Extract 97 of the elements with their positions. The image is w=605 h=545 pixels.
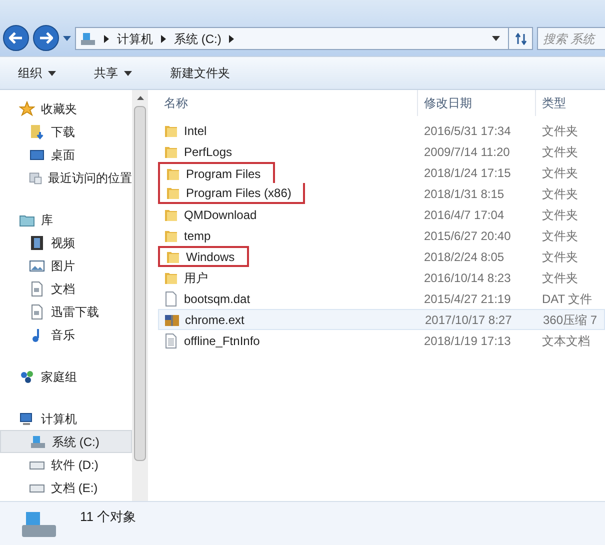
- date-cell-text: 2018/2/24 8:05: [423, 248, 506, 266]
- nav-item[interactable]: 图片: [0, 254, 132, 277]
- file-name-cell: QMDownload: [158, 204, 269, 225]
- file-name-cell: offline_FtnInfo: [158, 330, 272, 351]
- column-header[interactable]: 修改日期: [418, 90, 536, 116]
- date-cell-text: 2016/10/14 8:23: [423, 270, 512, 286]
- scrollbar-thumb[interactable]: [134, 106, 146, 461]
- item-count: 11 个对象: [80, 508, 136, 526]
- file-name-cell: chrome.ext: [159, 309, 256, 330]
- date-cell-text: 2017/10/17 8:27: [424, 312, 513, 328]
- file-name-cell: bootsqm.dat: [158, 288, 262, 309]
- nav-group-item[interactable]: 家庭组: [0, 366, 132, 388]
- file-icon: [163, 290, 179, 306]
- file-row[interactable]: Program Files (x86) 2018/1/31 8:15 文件夹: [158, 183, 605, 204]
- document-icon: [29, 304, 45, 320]
- toolbar-button[interactable]: 组织: [10, 61, 64, 85]
- file-name-cell: 用户: [158, 267, 220, 288]
- homegroup-icon: [19, 369, 35, 385]
- type-cell-text: DAT 文件: [541, 290, 594, 308]
- type-cell-text: 文件夹: [541, 270, 579, 286]
- recent-places-icon: [29, 170, 42, 186]
- type-cell-text: 文件夹: [541, 164, 579, 182]
- file-name-cell: Windows: [158, 246, 249, 267]
- chevron-icon: [161, 34, 166, 42]
- file-row[interactable]: QMDownload 2016/4/7 17:04 文件夹: [158, 204, 605, 225]
- text-file-icon: [163, 332, 179, 348]
- file-row[interactable]: bootsqm.dat 2015/4/27 21:19 DAT 文件: [158, 288, 605, 309]
- chevron-icon: [229, 34, 234, 42]
- type-cell-text: 文本文档: [541, 332, 591, 350]
- nav-item[interactable]: 视频: [0, 231, 132, 254]
- file-name-cell: PerfLogs: [158, 141, 244, 162]
- type-cell-text: 文件夹: [541, 248, 579, 266]
- date-cell-text: 2018/1/31 8:15: [423, 186, 506, 202]
- type-cell-text: 文件夹: [541, 186, 579, 202]
- type-cell-text: 文件夹: [541, 144, 579, 160]
- download-folder-icon: [29, 124, 45, 140]
- file-row[interactable]: Windows 2018/2/24 8:05 文件夹: [158, 246, 605, 267]
- nav-item[interactable]: 音乐: [0, 323, 132, 346]
- file-name-cell: Program Files (x86): [158, 183, 306, 204]
- date-cell-text: 2015/6/27 20:40: [423, 228, 512, 244]
- nav-item[interactable]: 系统 (C:): [0, 430, 132, 453]
- caret-icon: [492, 36, 500, 41]
- film-icon: [29, 234, 45, 250]
- caret-icon: [124, 70, 132, 76]
- file-row[interactable]: temp 2015/6/27 20:40 文件夹: [158, 225, 605, 246]
- document-icon: [29, 280, 45, 296]
- refresh-arrows-icon: [514, 32, 526, 44]
- file-name-cell: temp: [158, 225, 223, 246]
- date-cell-text: 2015/4/27 21:19: [423, 290, 512, 308]
- back-button[interactable]: [3, 25, 29, 51]
- nav-group-item[interactable]: 收藏夹: [0, 98, 132, 120]
- date-cell-text: 2018/1/24 17:15: [423, 164, 512, 182]
- file-row[interactable]: PerfLogs 2009/7/14 11:20 文件夹: [158, 141, 605, 162]
- nav-group-item[interactable]: 计算机: [0, 408, 132, 430]
- toolbar-button[interactable]: 新建文件夹: [162, 61, 238, 85]
- file-name-cell: Program Files: [158, 162, 275, 183]
- file-row[interactable]: chrome.ext 2017/10/17 8:27 360压缩 7: [158, 309, 605, 330]
- toolbar-button[interactable]: 共享: [86, 61, 140, 85]
- left-arrow-icon: [9, 32, 23, 44]
- type-cell-text: 文件夹: [541, 122, 579, 140]
- column-header[interactable]: 类型: [536, 90, 605, 116]
- date-cell-text: 2016/4/7 17:04: [423, 206, 506, 224]
- file-row[interactable]: Program Files 2018/1/24 17:15 文件夹: [158, 162, 605, 183]
- date-cell-text: 2018/1/19 17:13: [423, 332, 512, 350]
- type-cell-text: 360压缩 7: [542, 312, 598, 328]
- drive-icon: [30, 434, 46, 450]
- nav-item[interactable]: 桌面: [0, 143, 132, 166]
- date-cell-text: 2016/5/31 17:34: [423, 122, 512, 140]
- caret-icon: [63, 36, 71, 40]
- nav-group-item[interactable]: 库: [0, 209, 132, 231]
- nav-item[interactable]: 最近访问的位置: [0, 166, 132, 189]
- right-arrow-icon: [39, 32, 53, 44]
- breadcrumb[interactable]: 系统 (C:): [174, 30, 222, 48]
- breadcrumb[interactable]: 计算机: [117, 30, 153, 48]
- type-cell-text: 文件夹: [541, 206, 579, 224]
- file-row[interactable]: Intel 2016/5/31 17:34 文件夹: [158, 120, 605, 141]
- file-row[interactable]: offline_FtnInfo 2018/1/19 17:13 文本文档: [158, 330, 605, 351]
- column-header[interactable]: 名称: [158, 90, 418, 116]
- forward-button[interactable]: [33, 25, 59, 51]
- nav-item[interactable]: 文档: [0, 277, 132, 300]
- type-cell-text: 文件夹: [541, 228, 579, 244]
- caret-icon: [48, 70, 56, 76]
- nav-item[interactable]: 下载: [0, 120, 132, 143]
- file-row[interactable]: 用户 2016/10/14 8:23 文件夹: [158, 267, 605, 288]
- search-field[interactable]: 搜索 系统: [537, 27, 605, 50]
- nav-item[interactable]: 软件 (D:): [0, 453, 132, 476]
- address-bar[interactable]: 计算机 系统 (C:): [75, 27, 533, 50]
- nav-item[interactable]: 文档 (E:): [0, 476, 132, 499]
- computer-icon: [19, 411, 35, 427]
- picture-icon: [29, 258, 45, 274]
- nav-item[interactable]: 迅雷下载: [0, 300, 132, 323]
- drive-icon: [80, 30, 96, 46]
- star-icon: [19, 101, 35, 117]
- chevron-icon: [104, 34, 109, 42]
- file-name-cell: Intel: [158, 120, 219, 141]
- up-arrow-icon: [136, 96, 144, 100]
- date-cell-text: 2009/7/14 11:20: [423, 144, 511, 160]
